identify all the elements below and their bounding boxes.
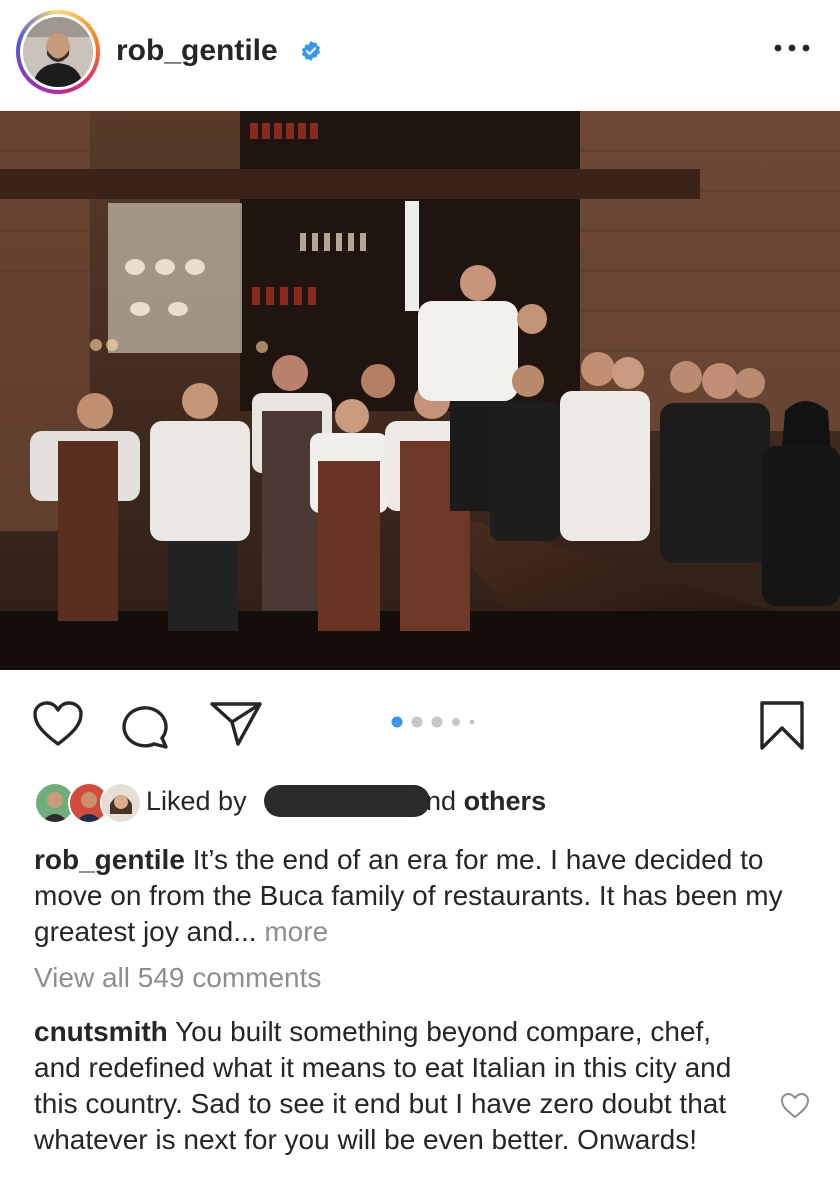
- carousel-indicator: [391, 716, 475, 728]
- more-options-icon[interactable]: [772, 38, 812, 58]
- comment-like-heart-icon[interactable]: [780, 1092, 810, 1120]
- comment-icon[interactable]: [120, 702, 170, 750]
- avatar: [23, 17, 93, 87]
- caption-more-link[interactable]: more: [264, 916, 328, 947]
- verified-badge-icon: [301, 40, 321, 62]
- comment-username[interactable]: cnutsmith: [34, 1016, 168, 1047]
- profile-avatar-story-ring[interactable]: [16, 10, 100, 94]
- liked-by-others[interactable]: nd others: [426, 786, 546, 817]
- post-header: rob_gentile: [0, 0, 840, 110]
- heart-icon[interactable]: [32, 700, 84, 748]
- redacted-name: [264, 785, 430, 817]
- view-all-comments-link[interactable]: View all 549 comments: [34, 962, 321, 994]
- restaurant-team-photo: [0, 111, 840, 670]
- post-username[interactable]: rob_gentile: [116, 34, 278, 68]
- liker-avatar: [100, 782, 142, 824]
- post-photo[interactable]: [0, 111, 840, 670]
- post-actions-bar: [0, 690, 840, 760]
- caption-username[interactable]: rob_gentile: [34, 844, 185, 875]
- post-caption: rob_gentile It’s the end of an era for m…: [34, 842, 794, 950]
- bookmark-icon[interactable]: [758, 700, 806, 752]
- share-icon[interactable]: [208, 700, 264, 748]
- comment-item: cnutsmith You built something beyond com…: [34, 1014, 754, 1158]
- liked-by-label: Liked by: [146, 786, 247, 816]
